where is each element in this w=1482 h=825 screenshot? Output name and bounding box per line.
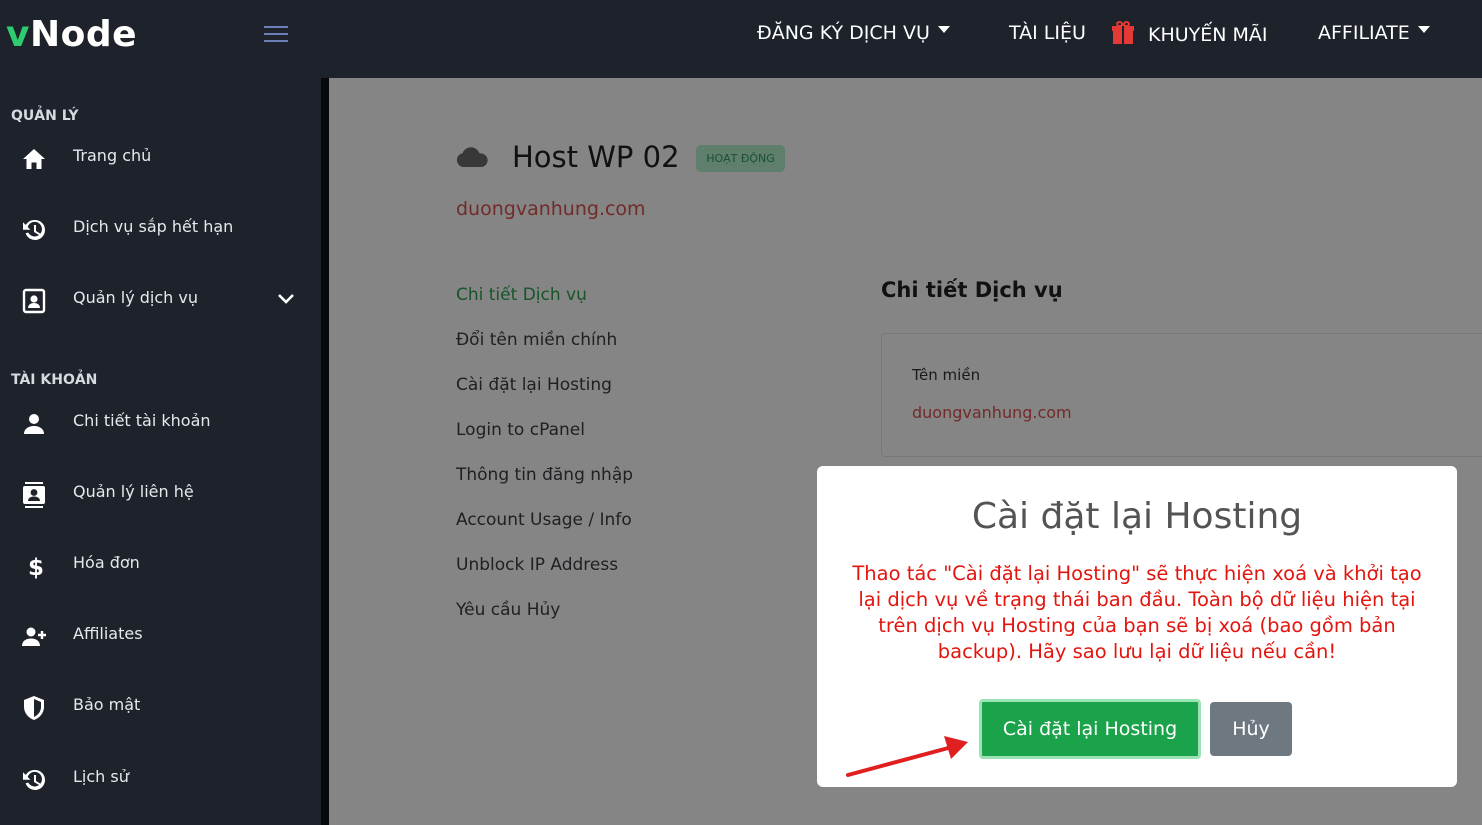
nav-docs-label: TÀI LIỆU (1009, 22, 1086, 44)
sidebar-item-history[interactable]: Lịch sử (0, 757, 321, 801)
menu-toggle-icon[interactable] (264, 26, 288, 44)
sidebar-item-home[interactable]: Trang chủ (0, 136, 321, 180)
logo-v: v (6, 14, 30, 55)
contact-card-icon (22, 288, 46, 314)
nav-docs[interactable]: TÀI LIỆU (1009, 22, 1086, 44)
modal-title: Cài đặt lại Hosting (971, 496, 1303, 537)
sidebar-item-label: Quản lý liên hệ (73, 482, 194, 501)
user-plus-icon (22, 627, 46, 646)
nav-affiliate[interactable]: AFFILIATE (1318, 22, 1430, 44)
chevron-down-icon[interactable] (277, 290, 295, 308)
nav-register-service[interactable]: ĐĂNG KÝ DỊCH VỤ (757, 22, 950, 44)
user-icon (24, 414, 44, 434)
contacts-icon (23, 482, 45, 508)
svg-text:$: $ (28, 555, 44, 579)
sidebar-item-label: Affiliates (73, 624, 143, 643)
gift-icon (1112, 21, 1134, 44)
nav-promo-label: KHUYẾN MÃI (1148, 24, 1268, 46)
shield-icon (24, 696, 44, 720)
history-icon (23, 219, 46, 240)
sidebar-item-label: Dịch vụ sắp hết hạn (73, 217, 234, 236)
sidebar-item-label: Lịch sử (73, 767, 129, 786)
caret-down-icon (937, 26, 950, 33)
sidebar-heading-account: TÀI KHOẢN (11, 372, 98, 388)
sidebar-item-invoices[interactable]: $ Hóa đơn (0, 543, 321, 587)
sidebar-item-label: Trang chủ (73, 146, 152, 165)
dollar-icon: $ (28, 555, 44, 579)
vnode-logo[interactable]: vNode (6, 14, 137, 55)
caret-down-icon (1417, 26, 1430, 33)
modal-warning-text: Thao tác "Cài đặt lại Hosting" sẽ thực h… (852, 562, 1422, 663)
cancel-button[interactable]: Hủy (1210, 702, 1292, 756)
sidebar-item-label: Quản lý dịch vụ (73, 288, 198, 307)
logo-text: Node (29, 14, 138, 55)
sidebar-item-security[interactable]: Bảo mật (0, 685, 321, 729)
sidebar-item-account-details[interactable]: Chi tiết tài khoản (0, 401, 321, 445)
sidebar-item-affiliates[interactable]: Affiliates (0, 614, 321, 658)
red-arrow-annotation (846, 736, 968, 777)
nav-register-label: ĐĂNG KÝ DỊCH VỤ (757, 22, 930, 44)
home-icon (23, 149, 45, 169)
sidebar-item-expiring[interactable]: Dịch vụ sắp hết hạn (0, 207, 321, 251)
nav-affiliate-label: AFFILIATE (1318, 22, 1410, 44)
sidebar-item-label: Chi tiết tài khoản (73, 411, 211, 430)
sidebar-item-label: Bảo mật (73, 695, 141, 714)
sidebar-item-label: Hóa đơn (73, 553, 140, 572)
sidebar-item-contacts[interactable]: Quản lý liên hệ (0, 472, 321, 516)
sidebar-item-service-management[interactable]: Quản lý dịch vụ (0, 278, 321, 322)
nav-promo[interactable]: KHUYẾN MÃI (1112, 21, 1268, 46)
confirm-reinstall-button[interactable]: Cài đặt lại Hosting (979, 699, 1201, 759)
history-icon (23, 769, 46, 790)
top-navbar: vNode ĐĂNG KÝ DỊCH VỤ TÀI LIỆU KHUYẾN MÃ… (0, 0, 1482, 78)
sidebar-heading-manage: QUẢN LÝ (11, 108, 79, 124)
